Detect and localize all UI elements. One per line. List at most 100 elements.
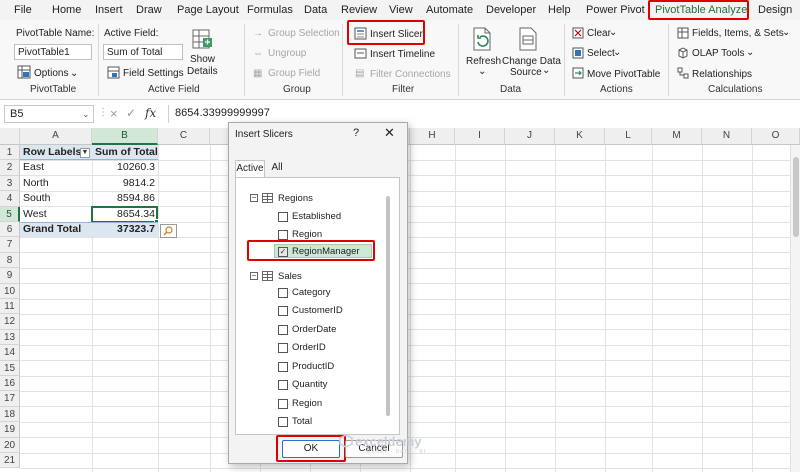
checkbox-regionmanager[interactable]: ✓ (278, 247, 288, 257)
column-header-k[interactable]: K (555, 128, 605, 145)
menu-formulas[interactable]: Formulas (247, 4, 293, 16)
change-data-source-dropdown-icon[interactable]: ⌄ (542, 65, 550, 76)
row-header-14[interactable]: 14 (0, 345, 20, 361)
checkbox-category[interactable] (278, 288, 288, 298)
group-field-button[interactable]: Group Field (268, 68, 320, 79)
checkbox-total[interactable] (278, 417, 288, 427)
dialog-scrollbar[interactable] (386, 196, 390, 416)
change-data-source-label-2[interactable]: Source (510, 67, 542, 78)
field-settings-button[interactable]: Field Settings (123, 68, 184, 79)
field-regionmanager[interactable]: RegionManager (292, 246, 360, 257)
options-dropdown-icon[interactable]: ⌄ (70, 68, 78, 79)
column-header-m[interactable]: M (652, 128, 702, 145)
show-details-label-2[interactable]: Details (187, 66, 218, 77)
row-header-13[interactable]: 13 (0, 329, 20, 346)
refresh-dropdown-icon[interactable]: ⌄ (478, 66, 486, 77)
ok-button[interactable]: OK (282, 440, 340, 458)
menu-help[interactable]: Help (548, 4, 571, 16)
close-icon[interactable]: ✕ (384, 125, 395, 141)
menu-file[interactable]: File (14, 4, 32, 16)
checkbox-orderdate[interactable] (278, 325, 288, 335)
vertical-scrollbar[interactable] (790, 145, 800, 472)
pivot-row-label[interactable]: South (20, 191, 92, 206)
field-region[interactable]: Region (292, 229, 322, 240)
column-header-l[interactable]: L (605, 128, 652, 145)
row-header-12[interactable]: 12 (0, 314, 20, 330)
pivot-row-label[interactable]: North (20, 176, 92, 191)
fields-items-sets-dropdown-icon[interactable]: ⌄ (782, 27, 790, 38)
checkbox-region-sales[interactable] (278, 399, 288, 409)
row-header-11[interactable]: 11 (0, 299, 20, 315)
checkbox-productid[interactable] (278, 362, 288, 372)
row-header-3[interactable]: 3 (0, 175, 20, 192)
row-header-6[interactable]: 6 (0, 222, 20, 238)
relationships-button[interactable]: Relationships (692, 69, 752, 80)
pivot-row-value[interactable]: 8594.86 (92, 191, 158, 206)
pivot-row-value[interactable]: 9814.2 (92, 176, 158, 191)
column-header-i[interactable]: I (455, 128, 505, 145)
column-header-n[interactable]: N (702, 128, 752, 145)
menu-pivottable-analyze[interactable]: PivotTable Analyze (655, 4, 747, 16)
slicer-field-list[interactable]: − Regions Established Region ✓ RegionMan… (235, 177, 400, 435)
row-header-16[interactable]: 16 (0, 376, 20, 392)
row-header-15[interactable]: 15 (0, 360, 20, 376)
row-labels-filter-dropdown-icon[interactable]: ▼ (80, 148, 90, 158)
row-header-17[interactable]: 17 (0, 391, 20, 407)
cancel-icon[interactable]: × (110, 106, 118, 121)
column-header-b[interactable]: B (92, 128, 158, 145)
menu-design[interactable]: Design (758, 4, 792, 16)
name-box[interactable]: B5 (4, 105, 94, 123)
row-header-1[interactable]: 1 (0, 145, 20, 161)
tab-all[interactable]: All (267, 160, 287, 177)
row-header-8[interactable]: 8 (0, 252, 20, 269)
column-header-c[interactable]: C (158, 128, 210, 145)
menu-draw[interactable]: Draw (136, 4, 162, 16)
field-total[interactable]: Total (292, 416, 312, 427)
row-header-4[interactable]: 4 (0, 191, 20, 207)
column-header-a[interactable]: A (20, 128, 92, 145)
filter-connections-button[interactable]: Filter Connections (370, 69, 451, 80)
quick-analysis-icon[interactable] (160, 224, 178, 239)
move-pivottable-button[interactable]: Move PivotTable (587, 69, 660, 80)
ungroup-button[interactable]: Ungroup (268, 48, 306, 59)
menu-page-layout[interactable]: Page Layout (177, 4, 239, 16)
menu-review[interactable]: Review (341, 4, 377, 16)
select-button[interactable]: Select (587, 48, 615, 59)
collapse-regions-icon[interactable]: − (250, 194, 258, 202)
row-header-19[interactable]: 19 (0, 422, 20, 438)
field-established[interactable]: Established (292, 211, 341, 222)
active-field-input[interactable]: Sum of Total (103, 44, 183, 60)
row-header-2[interactable]: 2 (0, 160, 20, 176)
row-header-21[interactable]: 21 (0, 453, 20, 469)
menu-power-pivot[interactable]: Power Pivot (586, 4, 645, 16)
insert-function-icon[interactable]: fx (145, 106, 156, 120)
column-header-o[interactable]: O (752, 128, 800, 145)
options-button[interactable]: Options (34, 68, 68, 79)
formula-input[interactable]: 8654.33999999997 (168, 105, 800, 123)
checkbox-orderid[interactable] (278, 343, 288, 353)
field-region-sales[interactable]: Region (292, 398, 322, 409)
row-header-10[interactable]: 10 (0, 283, 20, 299)
pivot-row-value[interactable]: 10260.3 (92, 160, 158, 175)
checkbox-region[interactable] (278, 230, 288, 240)
field-productid[interactable]: ProductID (292, 361, 334, 372)
column-header-h[interactable]: H (410, 128, 455, 145)
change-data-source-label-1[interactable]: Change Data (502, 56, 561, 67)
clear-dropdown-icon[interactable]: ⌄ (609, 27, 617, 38)
pivottable-name-input[interactable]: PivotTable1 (14, 44, 92, 60)
checkbox-established[interactable] (278, 212, 288, 222)
olap-tools-dropdown-icon[interactable]: ⌄ (746, 47, 754, 58)
tab-active[interactable]: Active (235, 160, 265, 177)
menu-insert[interactable]: Insert (95, 4, 123, 16)
field-orderid[interactable]: OrderID (292, 342, 326, 353)
row-header-5[interactable]: 5 (0, 206, 20, 222)
checkbox-customerid[interactable] (278, 306, 288, 316)
checkbox-quantity[interactable] (278, 380, 288, 390)
fields-items-sets-button[interactable]: Fields, Items, & Sets (692, 28, 784, 39)
row-header-18[interactable]: 18 (0, 406, 20, 423)
group-selection-button[interactable]: Group Selection (268, 28, 340, 39)
help-icon[interactable]: ? (353, 127, 359, 139)
insert-slicer-button[interactable]: Insert Slicer (370, 29, 423, 40)
menu-view[interactable]: View (389, 4, 413, 16)
pivot-row-label[interactable]: West (20, 207, 92, 222)
